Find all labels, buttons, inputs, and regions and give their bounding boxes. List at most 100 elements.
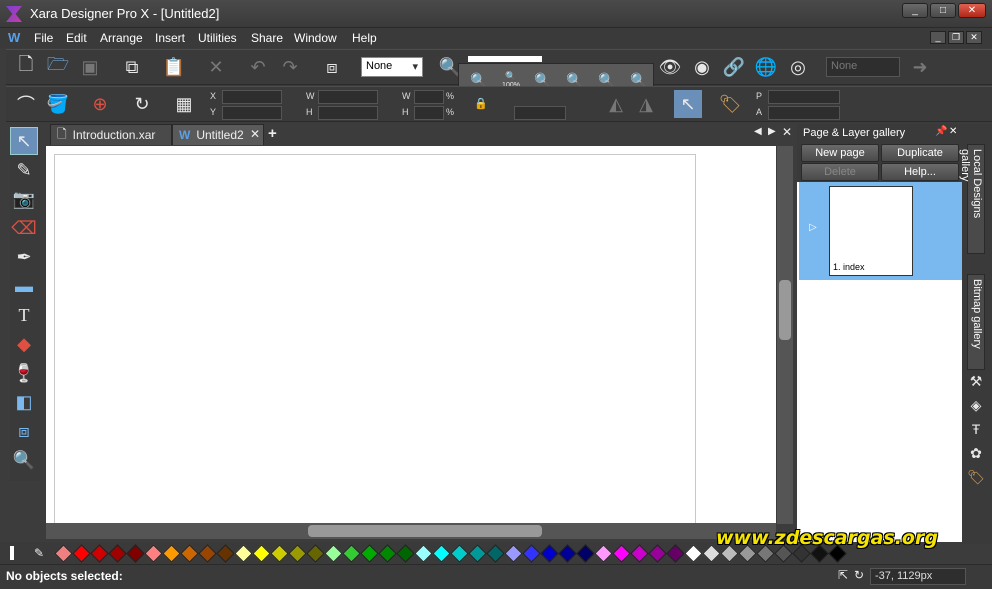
zoom-slider[interactable] <box>468 56 542 62</box>
selector-tool-icon[interactable]: ↖ <box>10 127 38 155</box>
menu-help[interactable]: Help <box>352 31 377 45</box>
copy-icon[interactable]: ⧉ <box>118 53 146 81</box>
pen-tool-icon[interactable]: ✒ <box>10 243 38 271</box>
delete-icon[interactable]: ✕ <box>202 53 230 81</box>
line-gallery-icon[interactable]: ⚒ <box>963 370 989 392</box>
h-scale-field[interactable] <box>414 106 444 120</box>
help-button[interactable]: Help... <box>881 163 959 181</box>
color-swatch[interactable] <box>539 543 559 563</box>
color-gallery-icon[interactable]: ✿ <box>963 442 989 464</box>
view-outline-icon[interactable]: ◉ <box>688 53 716 81</box>
color-swatch[interactable] <box>89 543 109 563</box>
bitmap-gallery-tab[interactable]: Bitmap gallery <box>967 274 985 370</box>
local-designs-gallery-tab[interactable]: Local Designs gallery <box>959 144 985 254</box>
p-field[interactable] <box>768 90 840 104</box>
gallery-close-icon[interactable]: ✕ <box>949 126 957 137</box>
quality-combo[interactable]: None ▾ <box>361 57 423 77</box>
no-color-icon[interactable] <box>10 546 14 560</box>
page-thumbnail[interactable]: 1. index <box>829 186 913 276</box>
photo-tool-icon[interactable]: 📷 <box>10 185 38 213</box>
color-swatch[interactable] <box>683 543 703 563</box>
dim-combo[interactable]: None <box>826 57 900 77</box>
doc-restore-button[interactable]: ❐ <box>948 31 964 44</box>
color-swatch[interactable] <box>125 543 145 563</box>
color-swatch[interactable] <box>323 543 343 563</box>
open-folder-icon[interactable]: 🗁 <box>44 53 72 81</box>
horizontal-scrollbar[interactable] <box>46 523 776 539</box>
shadow-tool-icon[interactable]: ◧ <box>10 388 38 416</box>
page-item[interactable]: ▷ 1. index <box>799 182 962 280</box>
color-swatch[interactable] <box>287 543 307 563</box>
tab-scroll-right-icon[interactable]: ▶ <box>768 126 776 137</box>
fill-gallery-icon[interactable]: ◈ <box>963 394 989 416</box>
menu-arrange[interactable]: Arrange <box>100 31 143 45</box>
skew-field[interactable] <box>514 106 566 120</box>
web-globe-icon[interactable]: 🌐 <box>752 53 780 81</box>
menu-edit[interactable]: Edit <box>66 31 87 45</box>
document-page[interactable] <box>54 154 696 534</box>
color-swatch[interactable] <box>377 543 397 563</box>
menu-insert[interactable]: Insert <box>155 31 185 45</box>
curve-tool-icon[interactable]: ⌒ <box>12 90 40 118</box>
color-swatch[interactable] <box>197 543 217 563</box>
delete-button[interactable]: Delete <box>801 163 879 181</box>
transparency-tool-icon[interactable]: 🍷 <box>10 359 38 387</box>
color-swatch[interactable] <box>485 543 505 563</box>
color-swatch[interactable] <box>449 543 469 563</box>
lock-icon[interactable]: 🔒 <box>474 97 488 110</box>
color-swatch[interactable] <box>557 543 577 563</box>
name-gallery-icon[interactable]: 🏷 <box>963 466 989 488</box>
color-swatch[interactable] <box>161 543 181 563</box>
color-swatch[interactable] <box>665 543 685 563</box>
expand-arrow-icon[interactable]: ▷ <box>809 222 817 233</box>
menu-utilities[interactable]: Utilities <box>198 31 237 45</box>
menu-window[interactable]: Window <box>294 31 337 45</box>
color-swatch[interactable] <box>71 543 91 563</box>
add-tab-button[interactable]: + <box>268 125 277 142</box>
new-page-button[interactable]: New page <box>801 144 879 162</box>
grid-icon[interactable]: ▦ <box>170 90 198 118</box>
w-scale-field[interactable] <box>414 90 444 104</box>
eraser-tool-icon[interactable]: ⌫ <box>10 214 38 242</box>
color-swatch[interactable] <box>269 543 289 563</box>
fill-tool-icon[interactable]: ◆ <box>10 330 38 358</box>
zoom-tool-icon[interactable]: 🔍 <box>10 446 38 474</box>
color-swatch[interactable] <box>467 543 487 563</box>
close-tab-icon[interactable]: ✕ <box>250 127 260 141</box>
a-field[interactable] <box>768 106 840 120</box>
x-field[interactable] <box>222 90 282 104</box>
refresh-icon[interactable]: ↻ <box>854 568 864 582</box>
color-swatch[interactable] <box>107 543 127 563</box>
color-swatch[interactable] <box>215 543 235 563</box>
paste-icon[interactable]: 📋 <box>160 53 188 81</box>
vertical-scrollbar[interactable] <box>777 146 793 524</box>
redo-icon[interactable]: ↷ <box>276 53 304 81</box>
color-swatch[interactable] <box>629 543 649 563</box>
close-button[interactable]: ✕ <box>958 3 986 18</box>
color-picker-icon[interactable]: ✎ <box>34 546 44 560</box>
snap-icon[interactable]: ⇱ <box>838 568 848 582</box>
flip-vertical-icon[interactable]: ◮ <box>632 90 660 118</box>
tab-scroll-left-icon[interactable]: ◀ <box>754 126 762 137</box>
freehand-tool-icon[interactable]: ✎ <box>10 156 38 184</box>
horizontal-scroll-thumb[interactable] <box>308 525 542 537</box>
duplicate-button[interactable]: Duplicate <box>881 144 959 162</box>
selector-highlight-icon[interactable]: ↖ <box>674 90 702 118</box>
rotate-icon[interactable]: ↻ <box>128 90 156 118</box>
link-icon[interactable]: 🔗 <box>720 53 748 81</box>
color-swatch[interactable] <box>143 543 163 563</box>
color-swatch[interactable] <box>521 543 541 563</box>
tag-icon[interactable]: 🏷 <box>716 90 744 118</box>
view-icon[interactable]: 👁 <box>656 53 684 81</box>
undo-icon[interactable]: ↶ <box>244 53 272 81</box>
color-swatch[interactable] <box>611 543 631 563</box>
menu-file[interactable]: File <box>34 31 53 45</box>
y-field[interactable] <box>222 106 282 120</box>
color-swatch[interactable] <box>647 543 667 563</box>
color-swatch[interactable] <box>359 543 379 563</box>
color-swatch[interactable] <box>341 543 361 563</box>
tab-introduction[interactable]: 🗋 Introduction.xar <box>50 124 172 145</box>
pin-icon[interactable]: 📌 <box>935 126 947 137</box>
frame-tool-icon[interactable]: ⧈ <box>10 417 38 445</box>
h-field[interactable] <box>318 106 378 120</box>
